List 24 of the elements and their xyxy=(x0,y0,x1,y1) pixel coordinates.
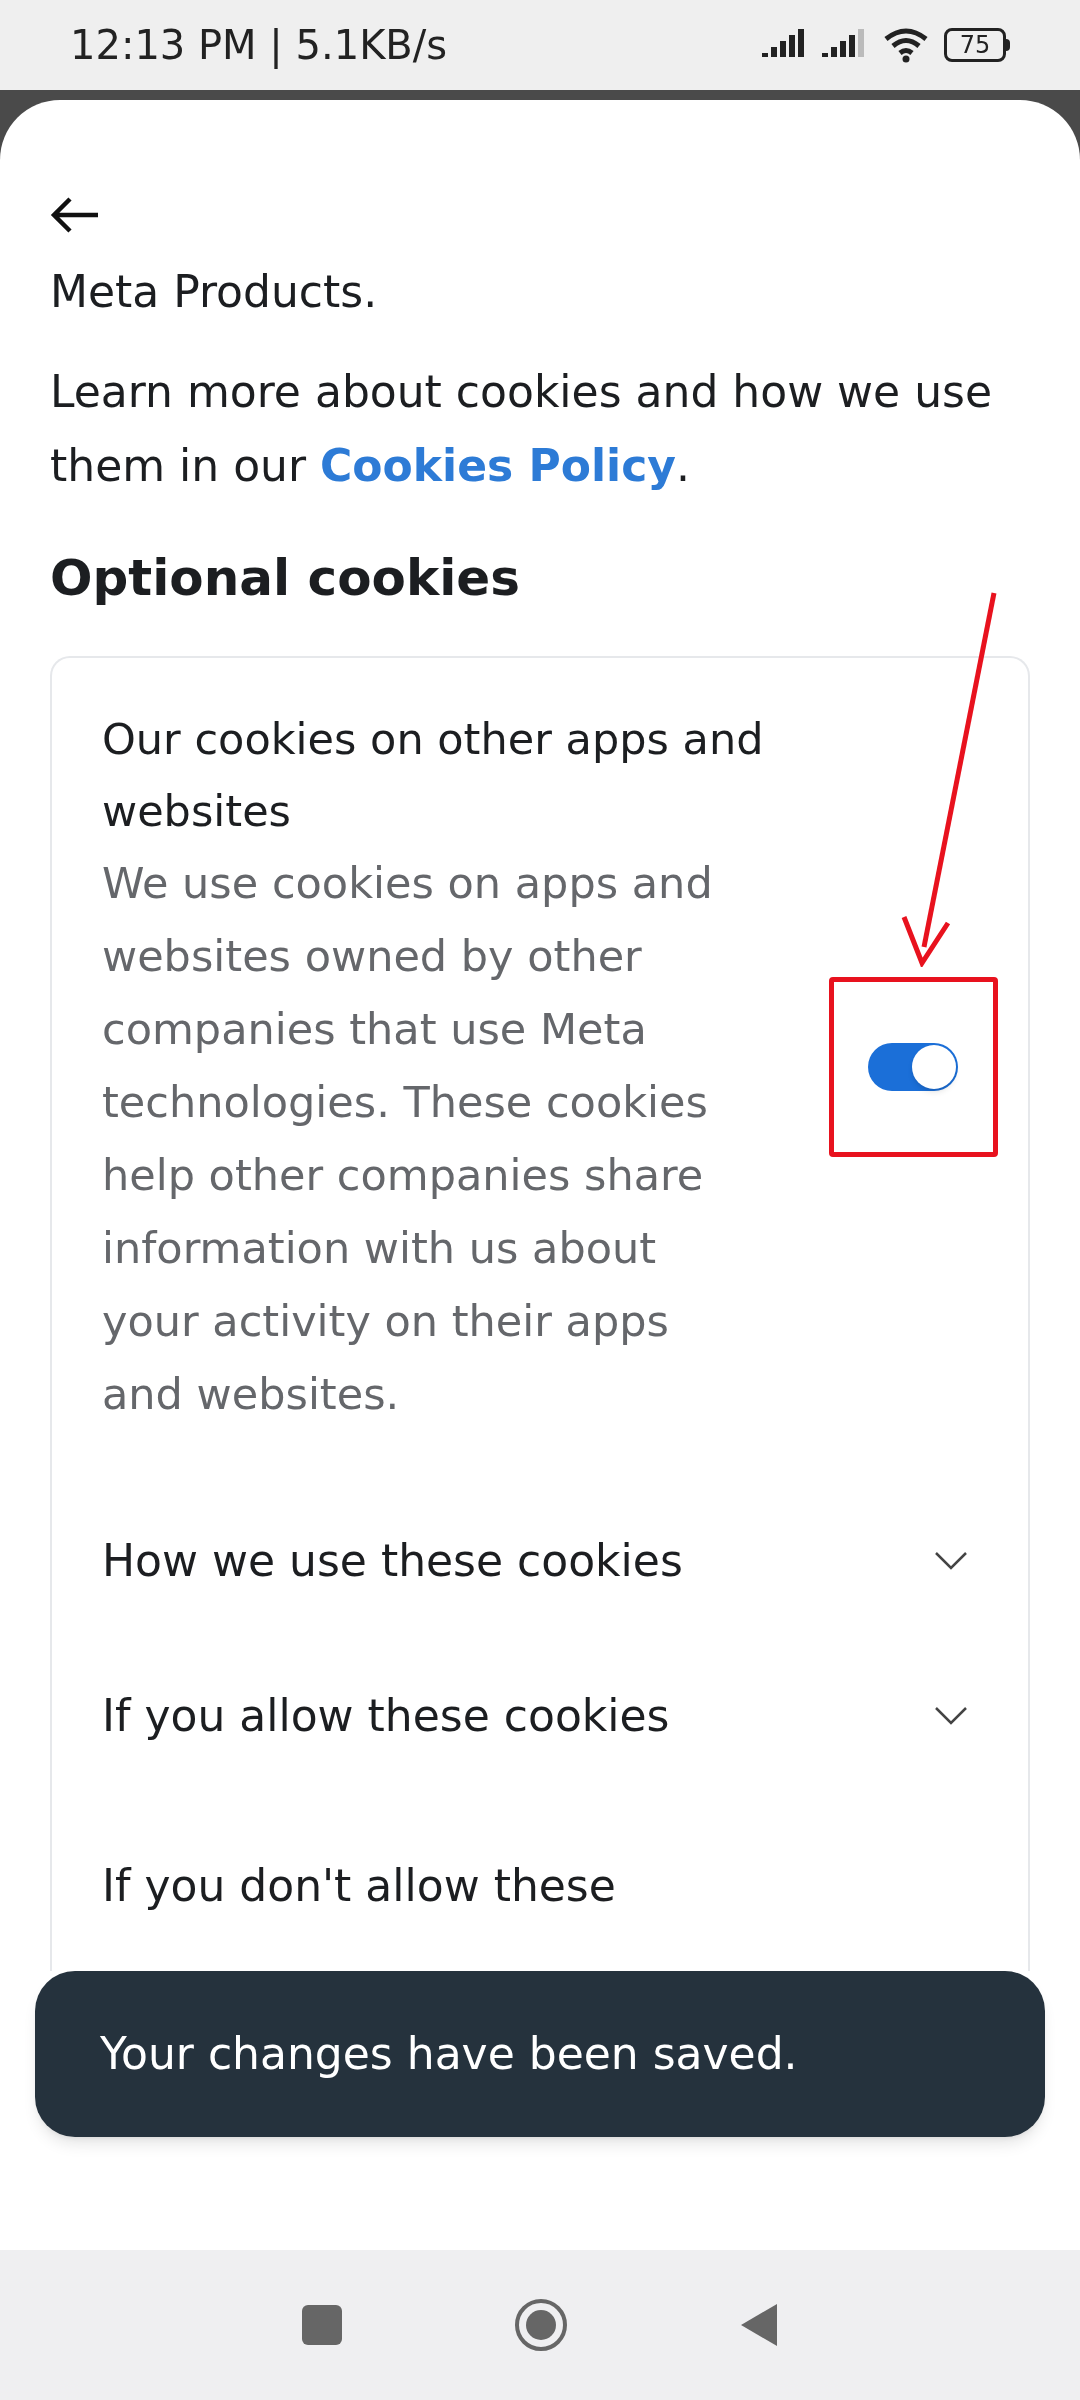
home-circle-icon[interactable] xyxy=(513,2297,569,2353)
cookies-policy-link[interactable]: Cookies Policy xyxy=(320,440,676,491)
chevron-down-icon xyxy=(934,1551,968,1571)
intro-text: Meta Products. xyxy=(50,265,379,319)
recents-square-icon[interactable] xyxy=(301,2304,343,2346)
cookies-info-text: Learn more about cookies and how we use them in our Cookies Policy. xyxy=(50,365,994,493)
toggle-switch[interactable] xyxy=(868,1043,959,1091)
battery-level: 75 xyxy=(944,28,1006,62)
card-description: We use cookies on apps and websites owned by other companies that use Meta technologies. These cookies help other companies share information with us about your activity on their apps and websites. xyxy=(102,857,714,1421)
toggle-thumb xyxy=(912,1045,957,1089)
accordion-label: If you don't allow these xyxy=(102,1859,616,1913)
accordion-label: If you allow these cookies xyxy=(102,1689,670,1743)
accordion-label: How we use these cookies xyxy=(102,1534,683,1588)
card-title: Our cookies on other apps and websites xyxy=(102,713,765,838)
wifi-icon xyxy=(882,27,930,63)
accordion-row[interactable]: How we use these cookies xyxy=(102,1491,978,1631)
section-heading: Optional cookies xyxy=(50,548,521,609)
accordion-row[interactable]: If you allow these cookies xyxy=(102,1631,978,1801)
back-arrow-icon[interactable] xyxy=(50,195,100,235)
status-time: 12:13 PM | 5.1KB/s xyxy=(70,21,448,71)
back-triangle-icon[interactable] xyxy=(739,2302,779,2348)
chevron-down-icon xyxy=(934,1706,968,1726)
accordion-row[interactable]: If you don't allow these xyxy=(102,1801,978,1971)
toast-text: Your changes have been saved. xyxy=(100,2027,798,2081)
